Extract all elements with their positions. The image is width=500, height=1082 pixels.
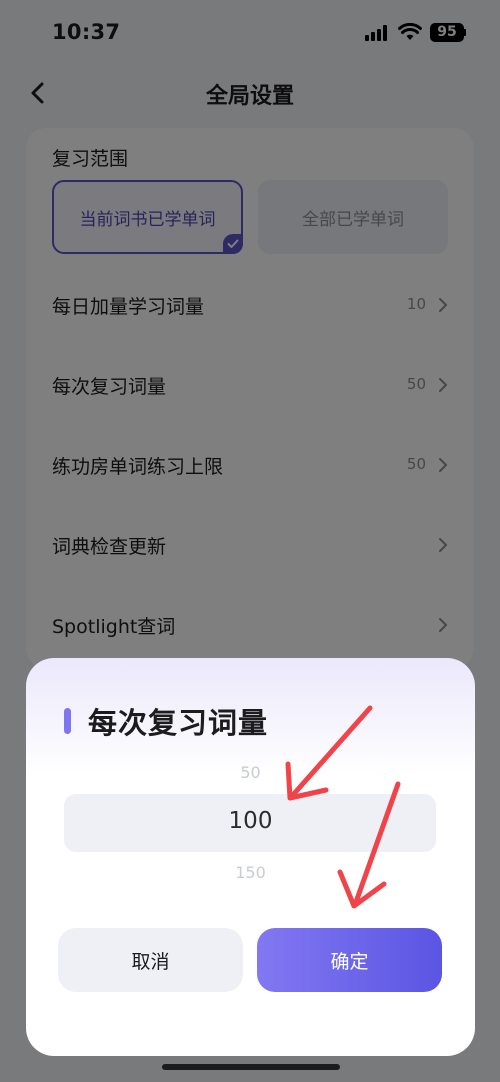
picker-option-selected[interactable]: 100 [26,808,475,834]
picker-option[interactable]: 150 [26,863,475,882]
cancel-button[interactable]: 取消 [58,928,243,992]
review-count-sheet: 每次复习词量 50 100 150 取消 确定 [26,658,475,1056]
sheet-title: 每次复习词量 [88,706,269,740]
picker-option[interactable]: 50 [26,763,475,782]
title-accent-bar [64,708,71,734]
confirm-button[interactable]: 确定 [257,928,442,992]
home-indicator [162,1064,340,1070]
